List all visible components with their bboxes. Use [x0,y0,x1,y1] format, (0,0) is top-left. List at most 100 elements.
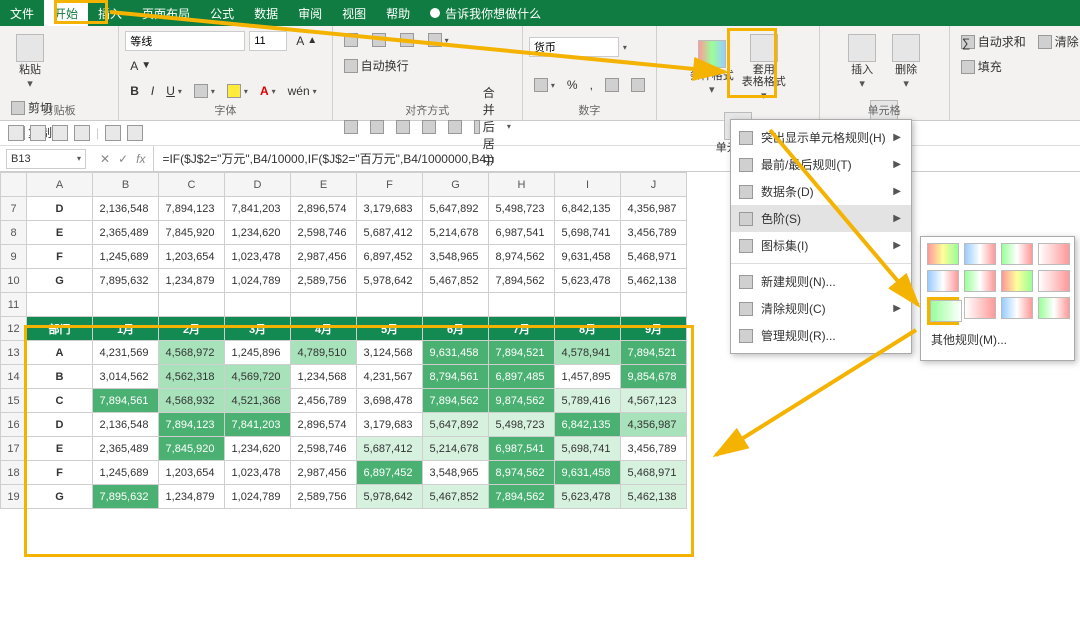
cond-menu-item[interactable]: 突出显示单元格规则(H)▶ [731,124,911,151]
row-header[interactable]: 16 [1,413,27,437]
row-header[interactable]: 9 [1,245,27,269]
cell[interactable]: 4,568,972 [159,341,225,365]
cell[interactable]: 9,854,678 [621,365,687,389]
color-scale-swatch[interactable] [964,243,996,265]
cell[interactable]: 5,623,478 [555,485,621,509]
tab-home[interactable]: 开始 [44,0,88,26]
cell[interactable]: 7,894,521 [489,341,555,365]
cell[interactable]: E [27,437,93,461]
cell[interactable]: 7,894,561 [93,389,159,413]
column-header[interactable]: G [423,173,489,197]
cell[interactable]: 2,365,489 [93,221,159,245]
cell[interactable]: 2,365,489 [93,437,159,461]
cell[interactable]: 6,987,541 [489,221,555,245]
cell[interactable] [159,293,225,317]
cell[interactable]: 4,789,510 [291,341,357,365]
cell[interactable]: 2月 [159,317,225,341]
cell[interactable]: 部门 [27,317,93,341]
cell[interactable]: 6,897,452 [357,461,423,485]
cell[interactable]: 5,498,723 [489,413,555,437]
row-header[interactable]: 10 [1,269,27,293]
cell[interactable]: 5,623,478 [555,269,621,293]
cell[interactable]: 5,978,642 [357,485,423,509]
cell[interactable]: 2,896,574 [291,413,357,437]
align-top-button[interactable] [339,30,363,50]
format-as-table-button[interactable]: 套用 表格格式▾ [740,30,788,104]
cell[interactable]: F [27,245,93,269]
cell[interactable]: 5,698,741 [555,221,621,245]
cell[interactable]: 1,245,689 [93,461,159,485]
cell[interactable]: 2,589,756 [291,269,357,293]
orientation-button[interactable]: ▾ [423,30,454,50]
cell[interactable]: 4,356,987 [621,197,687,221]
row-header[interactable]: 19 [1,485,27,509]
cell[interactable]: 1,024,789 [225,269,291,293]
column-header[interactable]: B [93,173,159,197]
color-scale-swatch[interactable] [930,300,962,322]
cell[interactable]: 6月 [423,317,489,341]
save-icon[interactable] [8,125,24,141]
cell[interactable]: 6,897,485 [489,365,555,389]
wrap-text-button[interactable]: 自动换行 [339,54,414,77]
conditional-formatting-button[interactable]: 条件格式▾ [688,36,736,98]
cell[interactable]: 9,631,458 [423,341,489,365]
row-header[interactable]: 7 [1,197,27,221]
cell[interactable]: 2,598,746 [291,221,357,245]
row-header[interactable]: 17 [1,437,27,461]
row-header[interactable]: 11 [1,293,27,317]
cell[interactable]: 7,894,521 [621,341,687,365]
cell[interactable]: 1,457,895 [555,365,621,389]
cell[interactable]: 1,245,896 [225,341,291,365]
enter-formula-icon[interactable]: ✓ [118,152,128,166]
cell[interactable]: G [27,269,93,293]
cell[interactable] [555,293,621,317]
cell[interactable]: C [27,389,93,413]
row-header[interactable]: 8 [1,221,27,245]
name-box[interactable]: B13▾ [6,149,86,169]
cell[interactable]: 2,987,456 [291,461,357,485]
cell[interactable]: F [27,461,93,485]
cell[interactable]: 5,467,852 [423,269,489,293]
cell[interactable]: 7,894,123 [159,413,225,437]
cond-menu-item[interactable]: 清除规则(C)▶ [731,295,911,322]
color-scale-swatch[interactable] [964,297,996,319]
color-scale-swatch[interactable] [1001,297,1033,319]
cell[interactable]: 7,841,203 [225,413,291,437]
cell[interactable]: 2,136,548 [93,197,159,221]
qat-more-icon[interactable] [127,125,143,141]
cell[interactable]: 8月 [555,317,621,341]
cell[interactable]: 3,548,965 [423,245,489,269]
cell[interactable]: 4,231,567 [357,365,423,389]
number-format-combo[interactable] [529,37,619,57]
border-button[interactable]: ▾ [189,81,220,101]
cell[interactable]: 3,698,478 [357,389,423,413]
cell[interactable]: 1,234,620 [225,437,291,461]
cell[interactable]: 7月 [489,317,555,341]
cell[interactable]: 4,562,318 [159,365,225,389]
color-scale-swatch[interactable] [1038,297,1070,319]
tab-view[interactable]: 视图 [332,0,376,26]
cell[interactable]: E [27,221,93,245]
cell[interactable]: 1,234,879 [159,485,225,509]
accounting-button[interactable]: ▾ [529,75,560,95]
cell[interactable]: 4,567,123 [621,389,687,413]
align-middle-button[interactable] [367,30,391,50]
cell[interactable] [423,293,489,317]
fill-color-button[interactable]: ▾ [222,81,253,101]
cell[interactable]: 2,456,789 [291,389,357,413]
cell[interactable]: 2,136,548 [93,413,159,437]
cond-menu-item[interactable]: 色阶(S)▶ [731,205,911,232]
cell[interactable] [93,293,159,317]
increase-decimal-button[interactable] [600,75,624,95]
cell[interactable]: 5,687,412 [357,437,423,461]
redo-icon[interactable] [52,125,68,141]
cell[interactable]: 1月 [93,317,159,341]
cell[interactable] [489,293,555,317]
cell[interactable]: 5,214,678 [423,437,489,461]
cell[interactable]: 1,203,654 [159,461,225,485]
cell[interactable]: 9月 [621,317,687,341]
clear-button[interactable]: 清除 [1033,30,1080,53]
cond-menu-item[interactable]: 图标集(I)▶ [731,232,911,259]
cell[interactable]: 1,023,478 [225,245,291,269]
font-name-combo[interactable] [125,31,245,51]
